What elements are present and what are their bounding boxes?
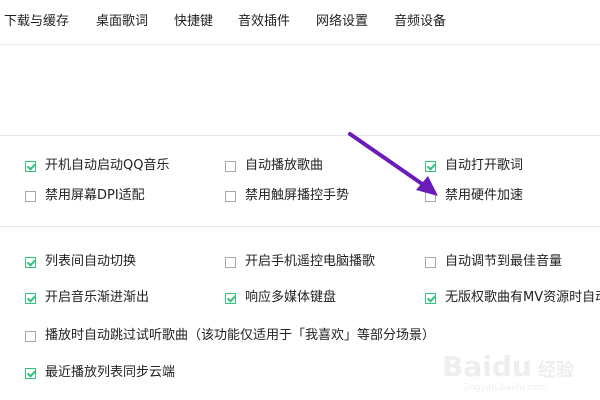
tab-shortcuts[interactable]: 快捷键 <box>174 14 213 30</box>
option-label: 无版权歌曲有MV资源时自动 <box>445 290 600 305</box>
checkbox[interactable] <box>25 190 36 202</box>
option-media-keyboard[interactable]: 响应多媒体键盘 <box>225 289 336 307</box>
option-label: 开启手机遥控电脑播歌 <box>245 254 376 269</box>
checkbox[interactable] <box>225 256 236 268</box>
checkbox[interactable] <box>425 292 436 304</box>
option-label: 自动播放歌曲 <box>245 158 324 173</box>
option-auto-play-song[interactable]: 自动播放歌曲 <box>225 157 323 175</box>
checkbox[interactable] <box>25 160 36 172</box>
checkbox[interactable] <box>25 292 36 304</box>
checkbox[interactable] <box>25 256 36 268</box>
tab-sound-plugins[interactable]: 音效插件 <box>238 14 290 30</box>
section-divider <box>0 226 600 227</box>
tab-network-settings[interactable]: 网络设置 <box>316 14 368 30</box>
option-label: 开启音乐渐进渐出 <box>45 290 150 305</box>
option-label: 响应多媒体键盘 <box>245 290 337 305</box>
option-auto-best-volume[interactable]: 自动调节到最佳音量 <box>425 253 562 271</box>
settings-tab-bar: 下载与缓存 桌面歌词 快捷键 音效插件 网络设置 音频设备 <box>0 0 600 45</box>
option-phone-remote-control[interactable]: 开启手机遥控电脑播歌 <box>225 253 375 271</box>
watermark-brand: Baidu <box>442 350 532 383</box>
watermark-url: jingyan.baidu.com <box>464 383 548 393</box>
tab-desktop-lyrics[interactable]: 桌面歌词 <box>96 14 148 30</box>
option-label: 自动打开歌词 <box>445 158 524 173</box>
option-sync-recent-cloud[interactable]: 最近播放列表同步云端 <box>25 364 175 382</box>
checkbox[interactable] <box>425 256 436 268</box>
option-disable-dpi-scaling[interactable]: 禁用屏幕DPI适配 <box>25 187 145 205</box>
checkbox[interactable] <box>225 292 236 304</box>
checkbox[interactable] <box>25 330 36 342</box>
option-label: 最近播放列表同步云端 <box>45 365 176 380</box>
option-label: 播放时自动跳过试听歌曲（该功能仅适用于「我喜欢」等部分场景） <box>45 328 436 343</box>
option-disable-touch-gesture[interactable]: 禁用触屏播控手势 <box>225 187 349 205</box>
option-mv-resource[interactable]: 无版权歌曲有MV资源时自动 <box>425 289 600 307</box>
annotation-arrow-icon <box>348 132 438 196</box>
watermark-sub: 经验 <box>538 360 574 381</box>
option-skip-trial-songs[interactable]: 播放时自动跳过试听歌曲（该功能仅适用于「我喜欢」等部分场景） <box>25 327 435 345</box>
option-label: 开机自动启动QQ音乐 <box>45 158 170 173</box>
option-list-auto-switch[interactable]: 列表间自动切换 <box>25 253 136 271</box>
checkbox[interactable] <box>225 190 236 202</box>
option-label: 禁用屏幕DPI适配 <box>45 188 145 203</box>
option-label: 禁用硬件加速 <box>445 188 524 203</box>
option-label: 自动调节到最佳音量 <box>445 254 563 269</box>
tab-audio-devices[interactable]: 音频设备 <box>394 14 446 30</box>
tab-download-cache[interactable]: 下载与缓存 <box>4 14 69 30</box>
baidu-watermark-logo: Baidu 经验 jingyan.baidu.com <box>442 350 592 396</box>
option-fade-in-out[interactable]: 开启音乐渐进渐出 <box>25 289 149 307</box>
checkbox[interactable] <box>225 160 236 172</box>
checkbox[interactable] <box>25 367 36 379</box>
option-label: 列表间自动切换 <box>45 254 137 269</box>
section-divider <box>0 135 600 136</box>
option-auto-start-qq-music[interactable]: 开机自动启动QQ音乐 <box>25 157 169 175</box>
option-label: 禁用触屏播控手势 <box>245 188 350 203</box>
